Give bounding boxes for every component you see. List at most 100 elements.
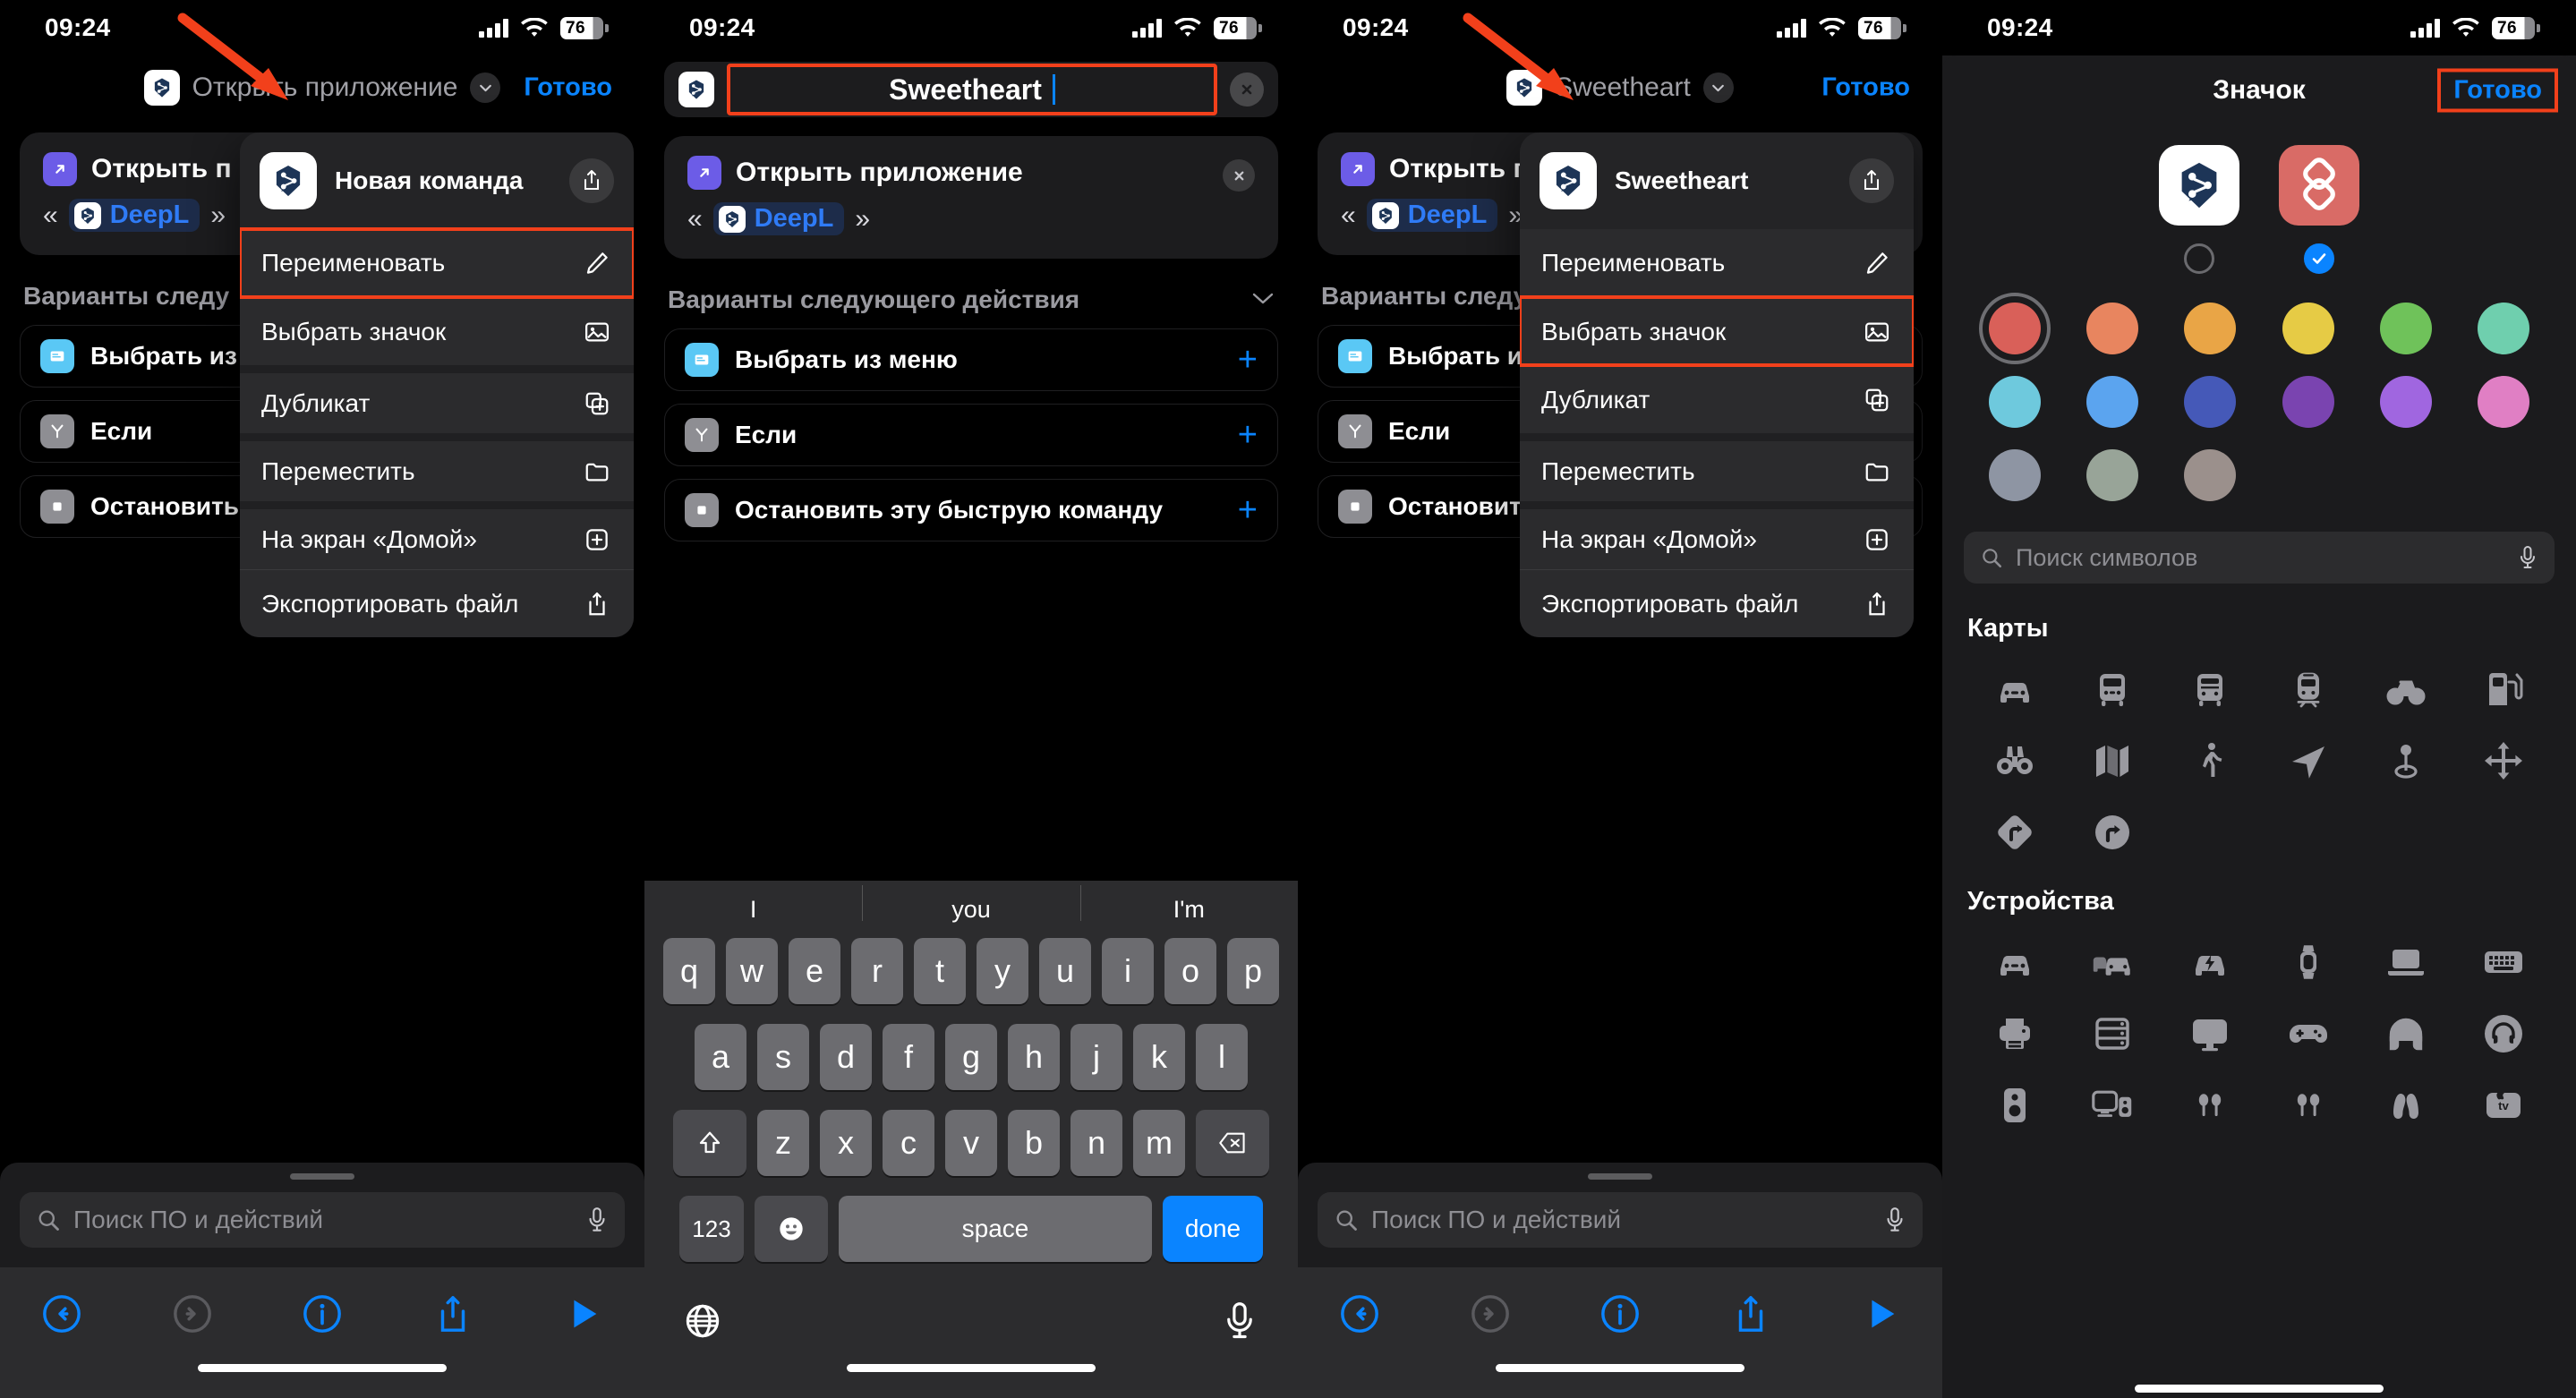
walk-icon[interactable] [2186,737,2234,785]
share-button[interactable] [432,1293,473,1339]
key-i[interactable]: i [1102,938,1154,1004]
prediction-item[interactable]: I'm [1079,884,1298,924]
car-charge-icon[interactable] [2186,938,2234,986]
app-token[interactable]: DeepL [1366,199,1498,232]
key-b[interactable]: b [1008,1110,1060,1176]
symbol-search-input[interactable]: Поиск символов [1964,532,2555,584]
applewatch-icon[interactable] [2284,938,2333,986]
backspace-key[interactable] [1196,1110,1269,1176]
remove-action-icon[interactable] [1223,159,1255,192]
key-y[interactable]: y [977,938,1028,1004]
airpods-icon[interactable] [2382,1081,2430,1129]
server-icon[interactable] [2088,1010,2137,1058]
key-p[interactable]: p [1227,938,1279,1004]
chevron-down-icon[interactable] [470,72,501,103]
action-card[interactable]: Открыть приложение « DeepL » [664,136,1278,259]
move-arrows-icon[interactable] [2479,737,2528,785]
train-icon[interactable] [2284,665,2333,713]
emoji-key[interactable] [755,1196,828,1262]
menu-item-move[interactable]: Переместить [1520,433,1914,501]
bus-icon[interactable] [2088,665,2137,713]
menu-item-choose-icon[interactable]: Выбрать значок [1520,295,1914,367]
fuelpump-icon[interactable] [2479,665,2528,713]
menu-item-export-file[interactable]: Экспортировать файл [240,569,634,637]
prediction-item[interactable]: you [862,884,1079,924]
key-o[interactable]: o [1164,938,1216,1004]
menu-item-export-file[interactable]: Экспортировать файл [1520,569,1914,637]
chevron-down-icon[interactable] [1702,72,1734,103]
earbuds-icon[interactable] [2284,1081,2333,1129]
key-f[interactable]: f [883,1024,934,1090]
color-swatch[interactable] [2086,449,2138,501]
sheet-grabber[interactable] [290,1173,354,1180]
color-swatch[interactable] [2282,303,2334,354]
space-key[interactable]: space [839,1196,1152,1262]
done-button[interactable]: Готово [2437,68,2558,113]
location-arrow-icon[interactable] [2284,737,2333,785]
bicycle-icon[interactable] [2382,665,2430,713]
key-q[interactable]: q [663,938,715,1004]
suggestion-row[interactable]: Если + [664,404,1278,466]
color-swatch[interactable] [2184,303,2237,354]
search-input[interactable]: Поиск ПО и действий [20,1192,625,1248]
glyph-radio-selected[interactable] [2304,243,2334,274]
menu-item-duplicate[interactable]: Дубликат [1520,365,1914,433]
menu-item-add-to-home-screen[interactable]: На экран «Домой» [240,501,634,569]
tram-icon[interactable] [2186,665,2234,713]
key-s[interactable]: s [757,1024,809,1090]
key-k[interactable]: k [1133,1024,1185,1090]
menu-item-rename[interactable]: Переименовать [240,227,634,299]
microphone-icon[interactable] [1883,1206,1906,1234]
cars-icon[interactable] [2088,938,2137,986]
headphones-circle-icon[interactable] [2479,1010,2528,1058]
clear-icon[interactable] [1230,72,1264,107]
earbuds-case-icon[interactable] [2186,1081,2234,1129]
done-button[interactable]: Готово [524,73,612,103]
microphone-icon[interactable] [2517,544,2538,571]
add-action-button[interactable]: + [1238,493,1258,527]
color-swatch[interactable] [1988,449,2041,501]
gamecontroller-icon[interactable] [2284,1010,2333,1058]
add-action-button[interactable]: + [1238,343,1258,377]
menu-item-choose-icon[interactable]: Выбрать значок [240,297,634,365]
key-v[interactable]: v [945,1110,997,1176]
add-action-button[interactable]: + [1238,418,1258,452]
menu-item-add-to-home-screen[interactable]: На экран «Домой» [1520,501,1914,569]
color-swatch[interactable] [2086,376,2138,428]
key-g[interactable]: g [945,1024,997,1090]
color-swatch[interactable] [2478,303,2530,354]
car-icon[interactable] [1991,938,2039,986]
car-icon[interactable] [1991,665,2039,713]
color-swatch[interactable] [2379,376,2432,428]
printer-icon[interactable] [1991,1010,2039,1058]
done-key[interactable]: done [1163,1196,1263,1262]
key-d[interactable]: d [820,1024,872,1090]
share-button[interactable] [1730,1293,1771,1339]
key-j[interactable]: j [1070,1024,1122,1090]
info-button[interactable] [302,1293,343,1339]
key-a[interactable]: a [695,1024,746,1090]
key-t[interactable]: t [914,938,966,1004]
search-input[interactable]: Поиск ПО и действий [1318,1192,1923,1248]
laptop-icon[interactable] [2382,938,2430,986]
color-swatch[interactable] [1978,293,2051,364]
shortcut-name-input[interactable]: Sweetheart [727,64,1217,115]
info-button[interactable] [1599,1293,1641,1339]
key-c[interactable]: c [883,1110,934,1176]
appletv-icon[interactable]: tv [2479,1081,2528,1129]
key-h[interactable]: h [1008,1024,1060,1090]
undo-button[interactable] [1339,1293,1380,1339]
desktop-speaker-icon[interactable] [2088,1081,2137,1129]
color-swatch[interactable] [2379,303,2432,354]
suggestion-row[interactable]: Выбрать из меню + [664,328,1278,391]
share-icon[interactable] [1849,158,1894,203]
key-u[interactable]: u [1039,938,1091,1004]
sheet-grabber[interactable] [1588,1173,1652,1180]
mappin-icon[interactable] [2382,737,2430,785]
display-icon[interactable] [2186,1010,2234,1058]
done-button[interactable]: Готово [1821,73,1910,103]
turn-right-sign-icon[interactable] [1991,808,2039,857]
glyph-choice[interactable] [2159,145,2239,274]
key-e[interactable]: e [789,938,840,1004]
undo-button[interactable] [41,1293,82,1339]
